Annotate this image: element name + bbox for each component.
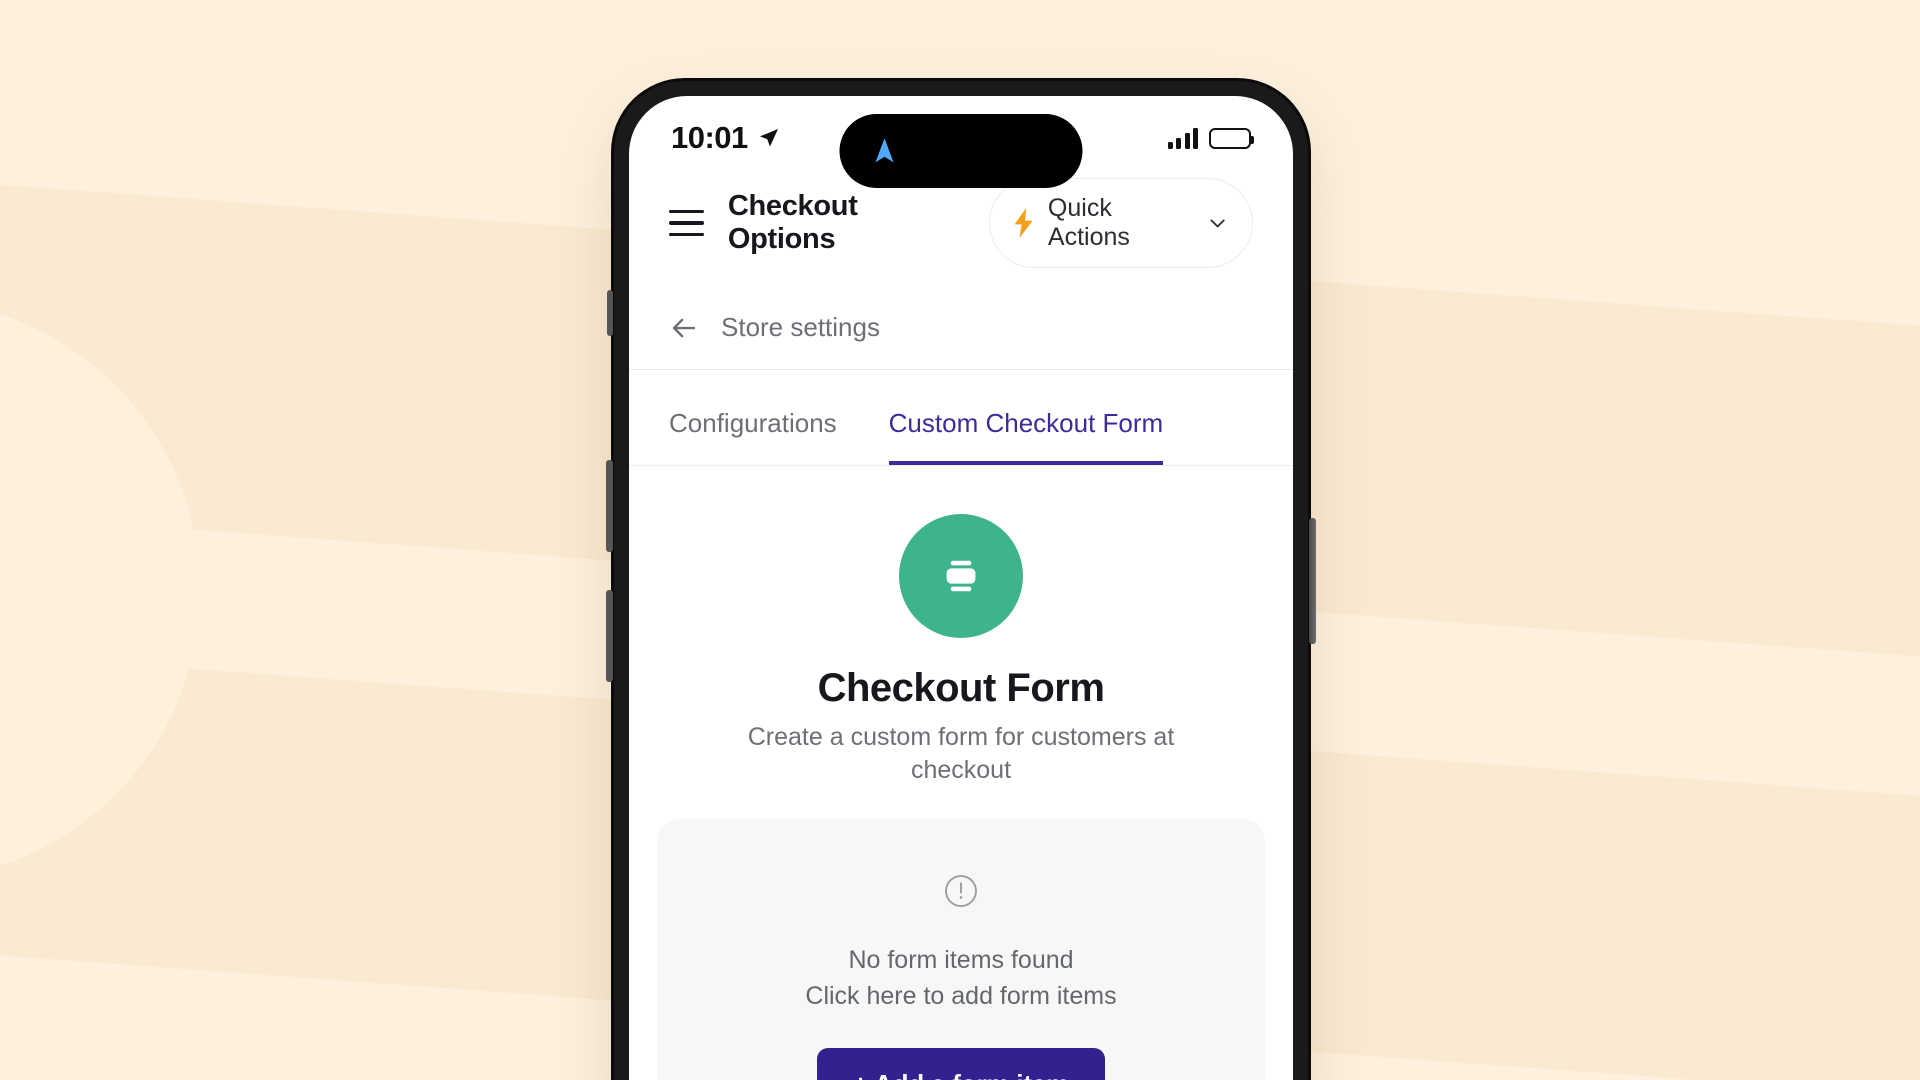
form-layout-icon xyxy=(946,560,976,592)
tab-configurations[interactable]: Configurations xyxy=(669,408,837,465)
location-arrow-icon xyxy=(759,129,778,147)
hamburger-menu-icon[interactable] xyxy=(669,209,704,237)
tab-bar: Configurations Custom Checkout Form xyxy=(629,370,1293,466)
page-title: Checkout Options xyxy=(727,190,858,255)
status-bar-indicators xyxy=(1167,127,1254,149)
navigation-arrow-icon xyxy=(875,138,894,163)
battery-icon xyxy=(1209,127,1254,149)
phone-screen: 10:01 Checkout Options Quick Actions Sto… xyxy=(629,96,1293,1080)
page-backdrop: 10:01 Checkout Options Quick Actions Sto… xyxy=(0,0,1920,1080)
cellular-signal-icon xyxy=(1167,127,1198,149)
empty-state-card[interactable]: No form items found Click here to add fo… xyxy=(657,819,1265,1080)
phone-frame: 10:01 Checkout Options Quick Actions Sto… xyxy=(606,78,1316,1080)
quick-actions-label: Quick Actions xyxy=(1047,194,1130,251)
volume-up-button[interactable] xyxy=(606,590,613,682)
silent-switch-button[interactable] xyxy=(607,290,613,336)
power-button[interactable] xyxy=(1309,518,1316,644)
quick-actions-button[interactable]: Quick Actions xyxy=(988,178,1253,268)
back-navigation[interactable]: Store settings xyxy=(629,288,1293,370)
status-bar-time-group: 10:01 xyxy=(671,120,781,156)
arrow-left-icon xyxy=(672,318,696,337)
status-bar-time: 10:01 xyxy=(671,120,748,155)
lightning-bolt-icon xyxy=(1014,208,1033,238)
hero-section: Checkout Form Create a custom form for c… xyxy=(629,466,1293,787)
tab-custom-checkout-form[interactable]: Custom Checkout Form xyxy=(888,408,1164,465)
hero-subtitle: Create a custom form for customers at ch… xyxy=(747,723,1175,784)
dynamic-island xyxy=(839,114,1083,188)
empty-state-line-1: No form items found xyxy=(848,946,1074,974)
back-navigation-label: Store settings xyxy=(721,312,880,342)
volume-down-button[interactable] xyxy=(606,460,613,552)
checkout-form-badge xyxy=(899,514,1023,638)
empty-state-line-2: Click here to add form items xyxy=(805,981,1117,1010)
exclamation-circle-icon xyxy=(945,875,977,907)
add-form-item-button[interactable]: + Add a form item xyxy=(817,1048,1105,1080)
app-header: Checkout Options Quick Actions xyxy=(629,172,1293,288)
chevron-down-icon xyxy=(1210,219,1225,228)
status-bar: 10:01 xyxy=(629,96,1293,188)
hero-title: Checkout Form xyxy=(817,666,1105,710)
